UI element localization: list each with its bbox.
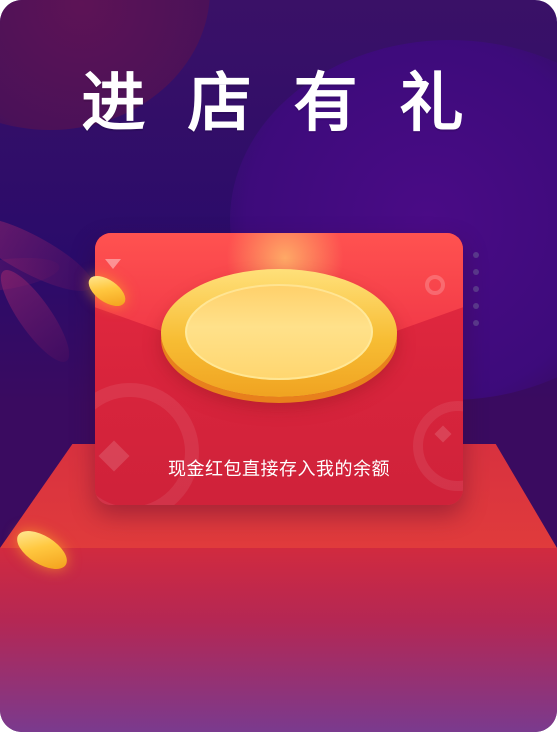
dot xyxy=(473,286,479,292)
dot xyxy=(473,252,479,258)
stage-front xyxy=(0,548,557,732)
dot-column-decoration xyxy=(473,252,481,337)
target-icon xyxy=(425,275,445,295)
open-envelope-button[interactable] xyxy=(161,269,397,397)
envelope-message: 现金红包直接存入我的余额 xyxy=(168,459,390,480)
triangle-icon xyxy=(105,259,121,269)
dot xyxy=(473,320,479,326)
red-envelope[interactable]: 现金红包直接存入我的余额 xyxy=(95,233,463,505)
promo-card: 进店有礼 现金红包直接存入我的余额 xyxy=(0,0,557,732)
page-title: 进店有礼 xyxy=(81,67,506,141)
seal-inner xyxy=(185,284,373,380)
dot xyxy=(473,269,479,275)
dot xyxy=(473,303,479,309)
